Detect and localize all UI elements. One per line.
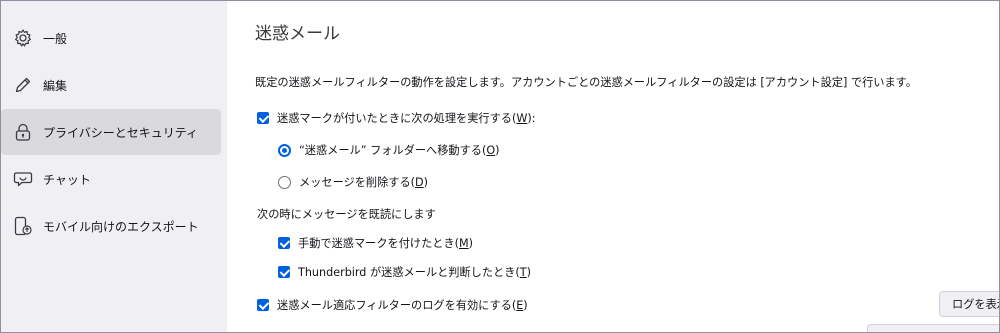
sidebar-item-general[interactable]: 一般	[1, 15, 221, 61]
junk-log-checkbox[interactable]: 迷惑メール適応フィルターのログを有効にする(E)	[257, 297, 528, 313]
access-key: W	[516, 111, 528, 125]
section-description: 既定の迷惑メールフィルターの動作を設定します。アカウントごとの迷惑メールフィルタ…	[255, 76, 917, 89]
sidebar-item-label: チャット	[43, 172, 91, 187]
sidebar-item-chat[interactable]: チャット	[1, 156, 221, 202]
mark-read-manual-checkbox[interactable]: 手動で迷惑マークを付けたとき(M)	[278, 235, 473, 251]
label-suffix: ):	[527, 111, 536, 125]
show-log-button[interactable]: ログを表示	[939, 291, 999, 317]
label-suffix: )	[495, 143, 500, 157]
move-to-junk-folder-radio[interactable]: “迷惑メール” フォルダーへ移動する(O)	[278, 142, 500, 158]
access-key: O	[486, 143, 496, 157]
sidebar-item-privacy-security[interactable]: プライバシーとセキュリティ	[1, 109, 221, 155]
delete-message-radio[interactable]: メッセージを削除する(D)	[278, 174, 428, 190]
section-heading: 迷惑メール	[255, 24, 340, 44]
checkbox-checked-icon	[257, 299, 269, 311]
radio-label: “迷惑メール” フォルダーへ移動する(	[299, 144, 487, 157]
sidebar-item-label: モバイル向けのエクスポート	[43, 219, 199, 234]
sidebar-item-label: 一般	[43, 31, 68, 46]
gear-icon	[15, 29, 31, 47]
checkbox-checked-icon	[278, 237, 290, 249]
label-suffix: )	[523, 298, 528, 312]
sidebar: 一般 編集 プライバシーとセキュリティ チャット モバイル向けのエクスポート	[1, 1, 227, 332]
label-suffix: )	[423, 175, 429, 189]
checkbox-checked-icon	[278, 266, 290, 278]
junk-mark-action-checkbox[interactable]: 迷惑マークが付いたときに次の処理を実行する(W):	[257, 110, 536, 126]
label-suffix: )	[468, 236, 474, 250]
checkbox-label: Thunderbird が迷惑メールと判断したとき(	[298, 266, 520, 279]
mark-read-auto-checkbox[interactable]: Thunderbird が迷惑メールと判断したとき(T)	[278, 264, 531, 280]
sidebar-item-label: 編集	[43, 78, 68, 93]
checkbox-label: 手動で迷惑マークを付けたとき(	[298, 237, 459, 250]
access-key: T	[519, 265, 527, 279]
checkbox-label: 迷惑マークが付いたときに次の処理を実行する(	[277, 112, 517, 125]
checkbox-checked-icon	[257, 112, 269, 124]
sidebar-item-label: プライバシーとセキュリティ	[43, 125, 199, 140]
lock-icon	[15, 123, 31, 141]
radio-unselected-icon	[278, 175, 291, 189]
mobile-export-icon	[14, 216, 32, 236]
access-key: E	[516, 298, 524, 312]
chat-icon	[13, 172, 33, 187]
sidebar-item-compose[interactable]: 編集	[1, 62, 221, 108]
radio-label: メッセージを削除する(	[299, 176, 416, 189]
access-key: D	[415, 175, 424, 189]
radio-selected-icon	[278, 143, 291, 157]
access-key: M	[459, 236, 469, 250]
label-suffix: )	[526, 265, 531, 279]
mark-read-heading: 次の時にメッセージを既読にします	[257, 208, 436, 221]
sidebar-item-mobile-export[interactable]: モバイル向けのエクスポート	[1, 203, 221, 249]
checkbox-label: 迷惑メール適応フィルターのログを有効にする(	[277, 299, 517, 312]
settings-window: 一般 編集 プライバシーとセキュリティ チャット モバイル向けのエクスポート 迷…	[0, 0, 1000, 333]
partial-button[interactable]	[867, 324, 999, 332]
main-content: 迷惑メール 既定の迷惑メールフィルターの動作を設定します。アカウントごとの迷惑メ…	[227, 1, 999, 332]
pencil-icon	[15, 77, 31, 93]
